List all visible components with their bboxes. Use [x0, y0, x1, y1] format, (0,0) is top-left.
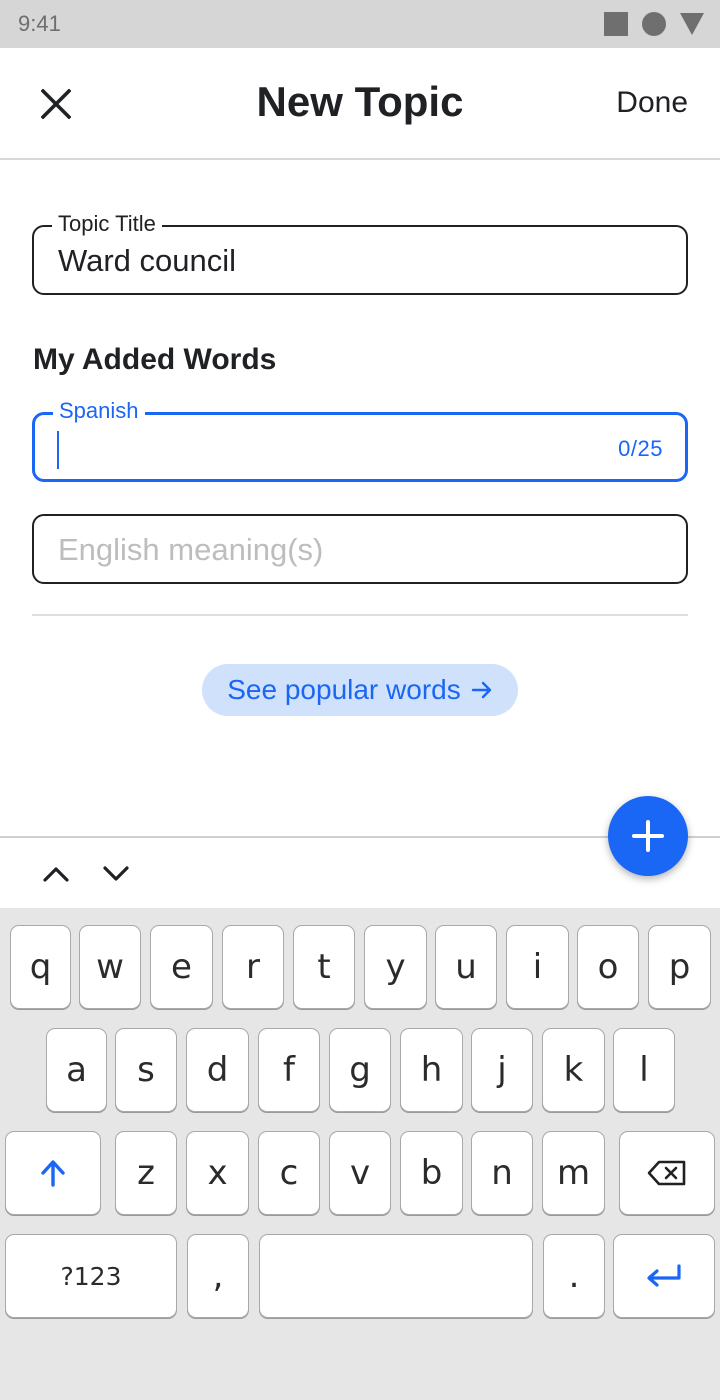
key-j[interactable]: j [471, 1028, 533, 1112]
home-icon [642, 12, 666, 36]
topic-title-label: Topic Title [52, 212, 162, 236]
text-caret [57, 431, 59, 469]
spanish-field[interactable]: Spanish 0/25 [32, 399, 688, 482]
key-h[interactable]: h [400, 1028, 463, 1112]
key-z[interactable]: z [115, 1131, 177, 1215]
shift-key[interactable] [5, 1131, 101, 1215]
previous-field-button[interactable] [32, 850, 80, 898]
english-meaning-placeholder: English meaning(s) [58, 532, 324, 567]
key-l[interactable]: l [613, 1028, 675, 1112]
shift-icon [41, 1160, 65, 1187]
next-field-button[interactable] [92, 850, 140, 898]
back-icon [680, 13, 704, 35]
key-r[interactable]: r [222, 925, 284, 1009]
enter-icon [647, 1264, 681, 1287]
key-k[interactable]: k [542, 1028, 605, 1112]
key-y[interactable]: y [364, 925, 427, 1009]
topic-title-value: Ward council [58, 243, 237, 278]
page-title: New Topic [256, 78, 464, 125]
plus-icon [632, 820, 664, 852]
see-popular-words-label: See popular words [227, 674, 461, 705]
status-icons [604, 12, 704, 36]
key-i[interactable]: i [506, 925, 569, 1009]
english-meaning-field[interactable]: English meaning(s) [32, 514, 688, 584]
space-key[interactable] [259, 1234, 533, 1318]
backspace-key[interactable] [619, 1131, 715, 1215]
character-counter: 0/25 [618, 436, 663, 461]
key-u[interactable]: u [435, 925, 497, 1009]
key-a[interactable]: a [46, 1028, 107, 1112]
key-f[interactable]: f [258, 1028, 320, 1112]
enter-key[interactable] [613, 1234, 715, 1318]
done-button[interactable]: Done [616, 86, 688, 120]
key-n[interactable]: n [471, 1131, 533, 1215]
add-word-button[interactable] [608, 796, 688, 876]
key-t[interactable]: t [293, 925, 355, 1009]
key-s[interactable]: s [115, 1028, 177, 1112]
comma-key[interactable]: , [187, 1234, 249, 1318]
symbols-key[interactable]: ?123 [5, 1234, 177, 1318]
section-title: My Added Words [33, 343, 277, 376]
key-x[interactable]: x [186, 1131, 249, 1215]
key-v[interactable]: v [329, 1131, 391, 1215]
key-e[interactable]: e [150, 925, 213, 1009]
key-p[interactable]: p [648, 925, 711, 1009]
key-q[interactable]: q [10, 925, 71, 1009]
key-d[interactable]: d [186, 1028, 249, 1112]
app-bar: New Topic Done [0, 48, 720, 160]
period-key[interactable]: . [543, 1234, 605, 1318]
divider [32, 614, 688, 616]
see-popular-words-button[interactable]: See popular words [202, 664, 518, 716]
on-screen-keyboard: q w e r t y u i o p a s d f g h j k l z … [0, 908, 720, 1400]
key-o[interactable]: o [577, 925, 639, 1009]
chevron-up-icon [43, 867, 69, 882]
key-w[interactable]: w [79, 925, 141, 1009]
status-bar: 9:41 [0, 0, 720, 48]
topic-title-field[interactable]: Topic Title Ward council [32, 212, 688, 295]
backspace-icon [647, 1160, 686, 1186]
chevron-down-icon [103, 866, 129, 881]
arrow-right-icon [471, 681, 491, 699]
status-time: 9:41 [18, 11, 61, 36]
recent-apps-icon [604, 12, 628, 36]
key-c[interactable]: c [258, 1131, 320, 1215]
key-b[interactable]: b [400, 1131, 463, 1215]
key-m[interactable]: m [542, 1131, 605, 1215]
key-g[interactable]: g [329, 1028, 391, 1112]
spanish-label: Spanish [53, 399, 145, 423]
